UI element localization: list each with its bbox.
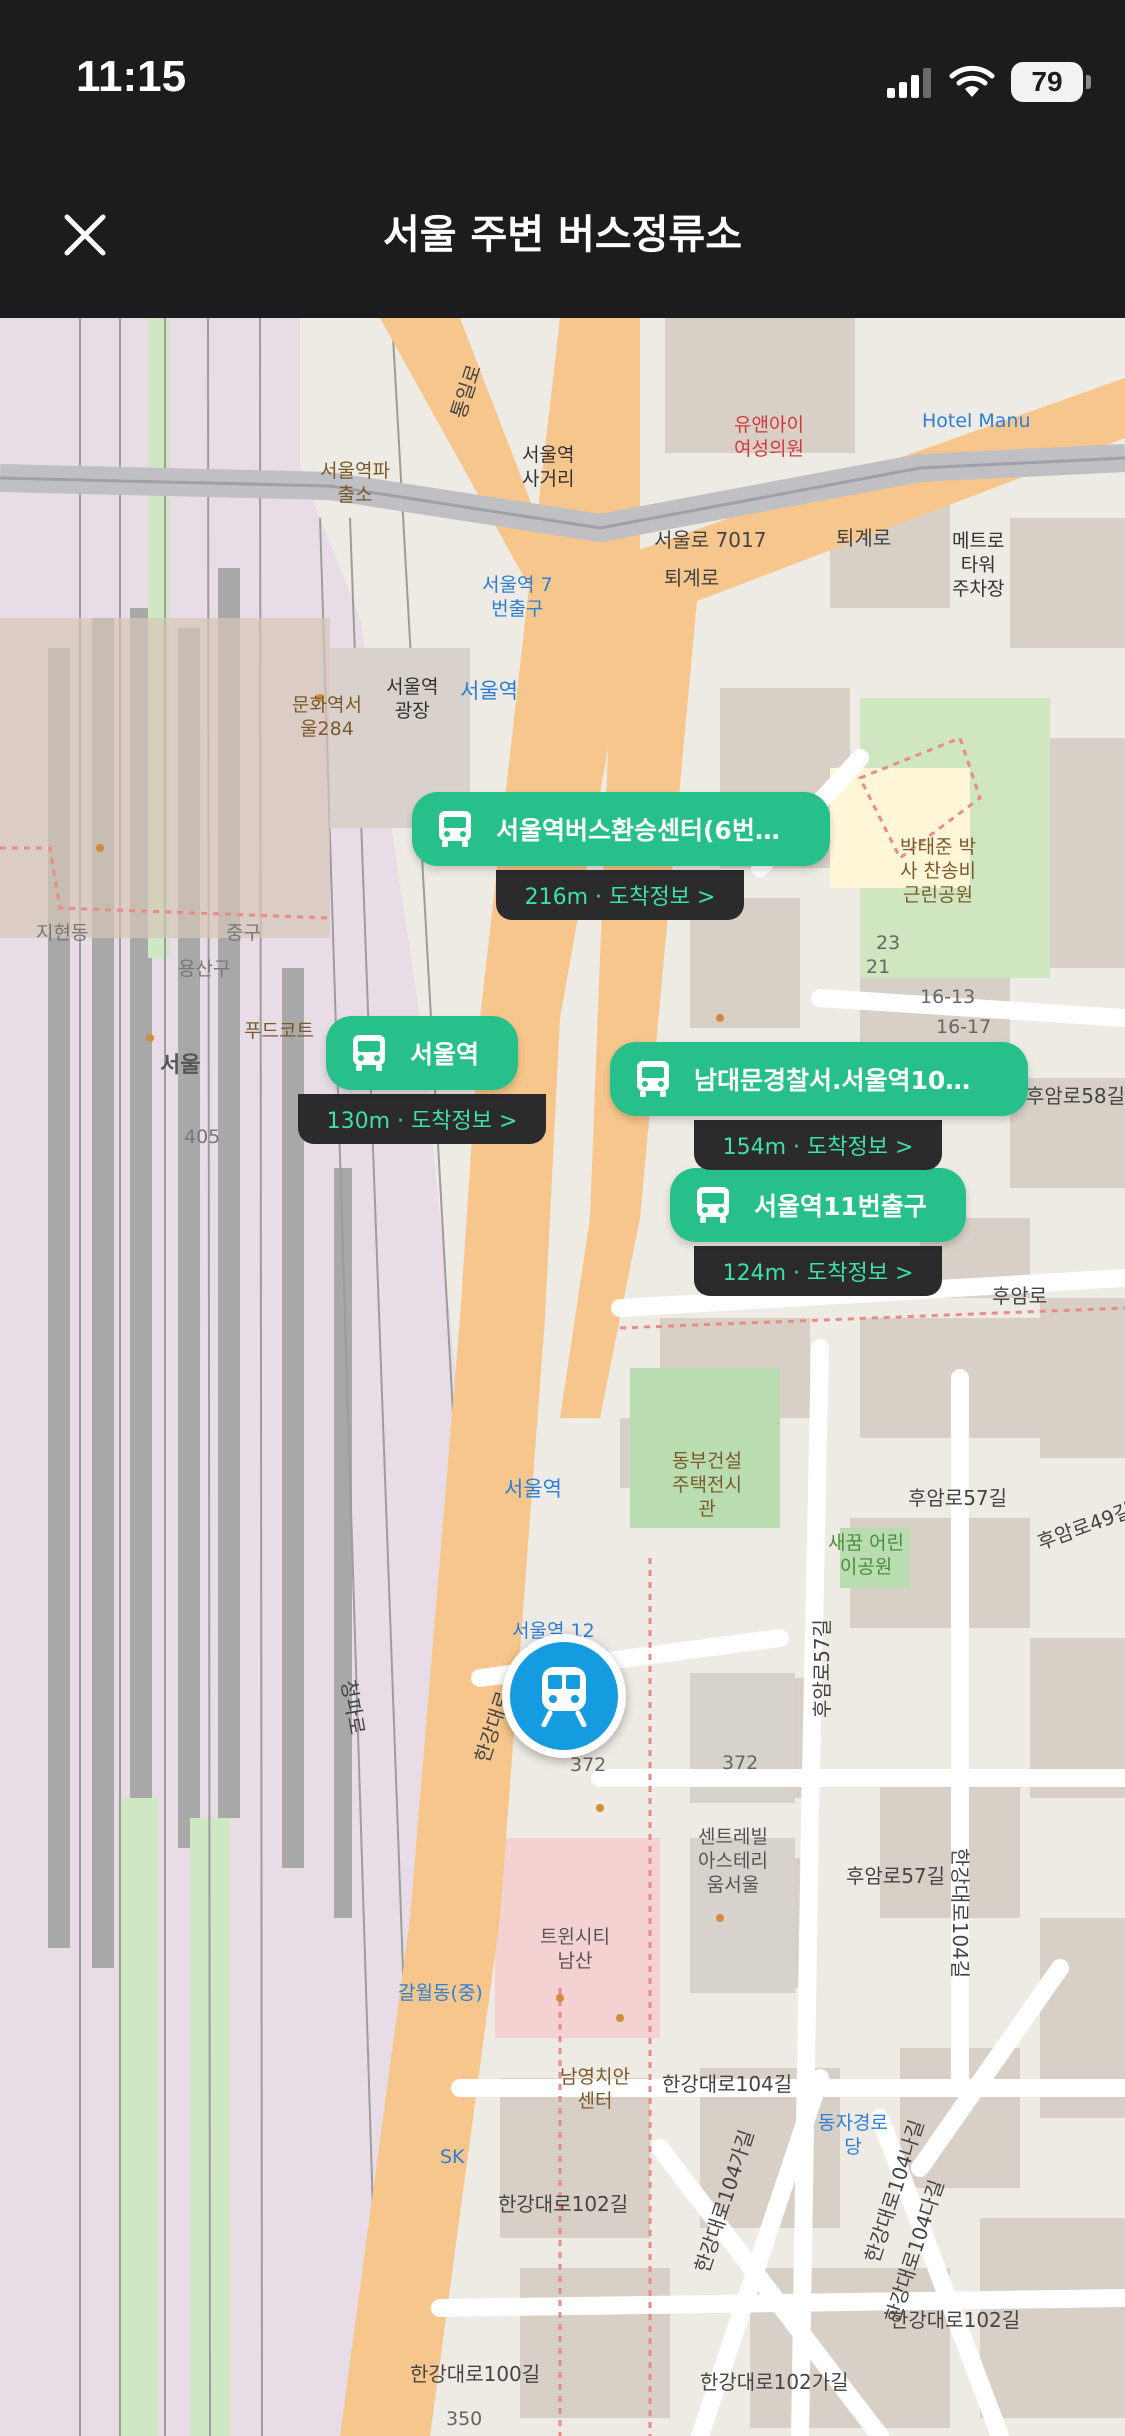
bus-icon: [697, 1187, 729, 1223]
map-label: 서울역파 출소: [320, 460, 390, 506]
bus-stop-name: 서울역11번출구: [754, 1192, 927, 1221]
bus-stop-name-pill[interactable]: 서울역11번출구: [670, 1168, 966, 1242]
map-label: 서울역: [504, 1477, 562, 1501]
bus-stop-name-pill[interactable]: 서울역: [326, 1016, 518, 1090]
road-label: 후암로57길: [810, 1618, 834, 1718]
map-label: 서울역 광장: [386, 676, 439, 722]
road-label: 한강대로104길: [948, 1848, 972, 1979]
map-label: 유앤아이 여성의원: [734, 414, 804, 460]
road-label: 후암로: [992, 1284, 1048, 1308]
bus-stop-name: 서울역버스환승센터(6번…: [496, 816, 780, 845]
wifi-icon: [949, 65, 995, 97]
status-bar: 11:15 79: [0, 0, 1125, 160]
map-label: 405: [184, 1126, 221, 1148]
road-label: 후암로57길: [908, 1486, 1008, 1510]
subway-icon: [541, 1667, 587, 1727]
map-label: 트윈시티 남산: [540, 1926, 610, 1972]
map-label: 16-13: [920, 986, 976, 1008]
bus-stop-name-pill[interactable]: 서울역버스환승센터(6번…: [412, 792, 830, 866]
battery-indicator: 79: [1011, 62, 1091, 102]
map-label: 372: [570, 1754, 607, 1776]
bus-stop-arrival-info[interactable]: 130m · 도착정보 >: [298, 1094, 546, 1144]
bus-stop-name: 남대문경찰서.서울역10…: [694, 1066, 971, 1095]
bus-stop-name: 서울역: [410, 1040, 480, 1069]
map-label: 동부건설 주택전시 관: [672, 1450, 742, 1520]
road-label: 한강대로102길: [890, 2308, 1021, 2332]
map-label: 서울역 7 번출구: [482, 574, 553, 620]
road-label: 후암로58길: [1026, 1084, 1125, 1108]
bus-icon: [353, 1035, 385, 1071]
road-label: 서울로 7017: [654, 528, 767, 552]
current-station-marker[interactable]: [502, 1634, 626, 1758]
road-label: 후암로57길: [846, 1864, 946, 1888]
map-base: [0, 318, 1125, 2436]
signal-icon: [887, 68, 931, 98]
map-label: 23: [876, 932, 901, 954]
map-label: 메트로 타워 주차장: [952, 530, 1005, 600]
map-label: 서울역 사거리: [522, 444, 575, 490]
page-title: 서울 주변 버스정류소: [382, 212, 743, 258]
map-label: 센트레빌 아스테리 움서울: [698, 1826, 768, 1896]
map-label: 서울: [160, 1053, 201, 1078]
bus-icon: [637, 1061, 669, 1097]
road-label: 퇴계로: [664, 566, 720, 590]
status-icons: 79: [885, 60, 1091, 104]
map-label: 16-17: [936, 1016, 992, 1038]
map-label: 21: [866, 956, 891, 978]
road-label: 한강대로102길: [498, 2192, 629, 2216]
map-label: 남영치안 센터: [560, 2066, 630, 2112]
status-time: 11:15: [76, 52, 187, 101]
map-label: 문화역서 울284: [292, 694, 362, 740]
map-label: 동자경로 당: [818, 2112, 888, 2158]
map-view[interactable]: 서울역 사거리 유앤아이 여성의원 Hotel Manu 서울역파 출소 서울역…: [0, 318, 1125, 2436]
map-label: 지현동: [36, 922, 89, 944]
bus-icon: [439, 811, 471, 847]
bus-stop-name-pill[interactable]: 남대문경찰서.서울역10…: [610, 1042, 1028, 1116]
map-label: 중구: [226, 922, 261, 944]
bus-stop-arrival-info[interactable]: 154m · 도착정보 >: [694, 1120, 942, 1170]
map-label: 박태준 박 사 찬송비 근린공원: [900, 836, 976, 906]
map-label: 푸드코트: [244, 1020, 314, 1042]
bus-stop-arrival-info[interactable]: 124m · 도착정보 >: [694, 1246, 942, 1296]
map-label: 372: [722, 1752, 759, 1774]
map-label: 서울역: [460, 679, 518, 703]
road-label: 한강대로100길: [410, 2362, 541, 2386]
map-label: 새꿈 어린 이공원: [828, 1532, 904, 1578]
map-label: 갈월동(중): [398, 1982, 483, 2004]
map-label: SK: [440, 2146, 465, 2168]
road-label: 한강대로104길: [662, 2072, 793, 2096]
bus-stop-arrival-info[interactable]: 216m · 도착정보 >: [496, 870, 744, 920]
road-label: 한강대로102가길: [700, 2370, 849, 2394]
map-label: 350: [446, 2408, 483, 2430]
header: 서울 주변 버스정류소: [0, 160, 1125, 318]
map-label: Hotel Manu: [922, 410, 1031, 432]
road-label: 퇴계로: [836, 526, 892, 550]
map-label: 용산구: [178, 958, 231, 980]
